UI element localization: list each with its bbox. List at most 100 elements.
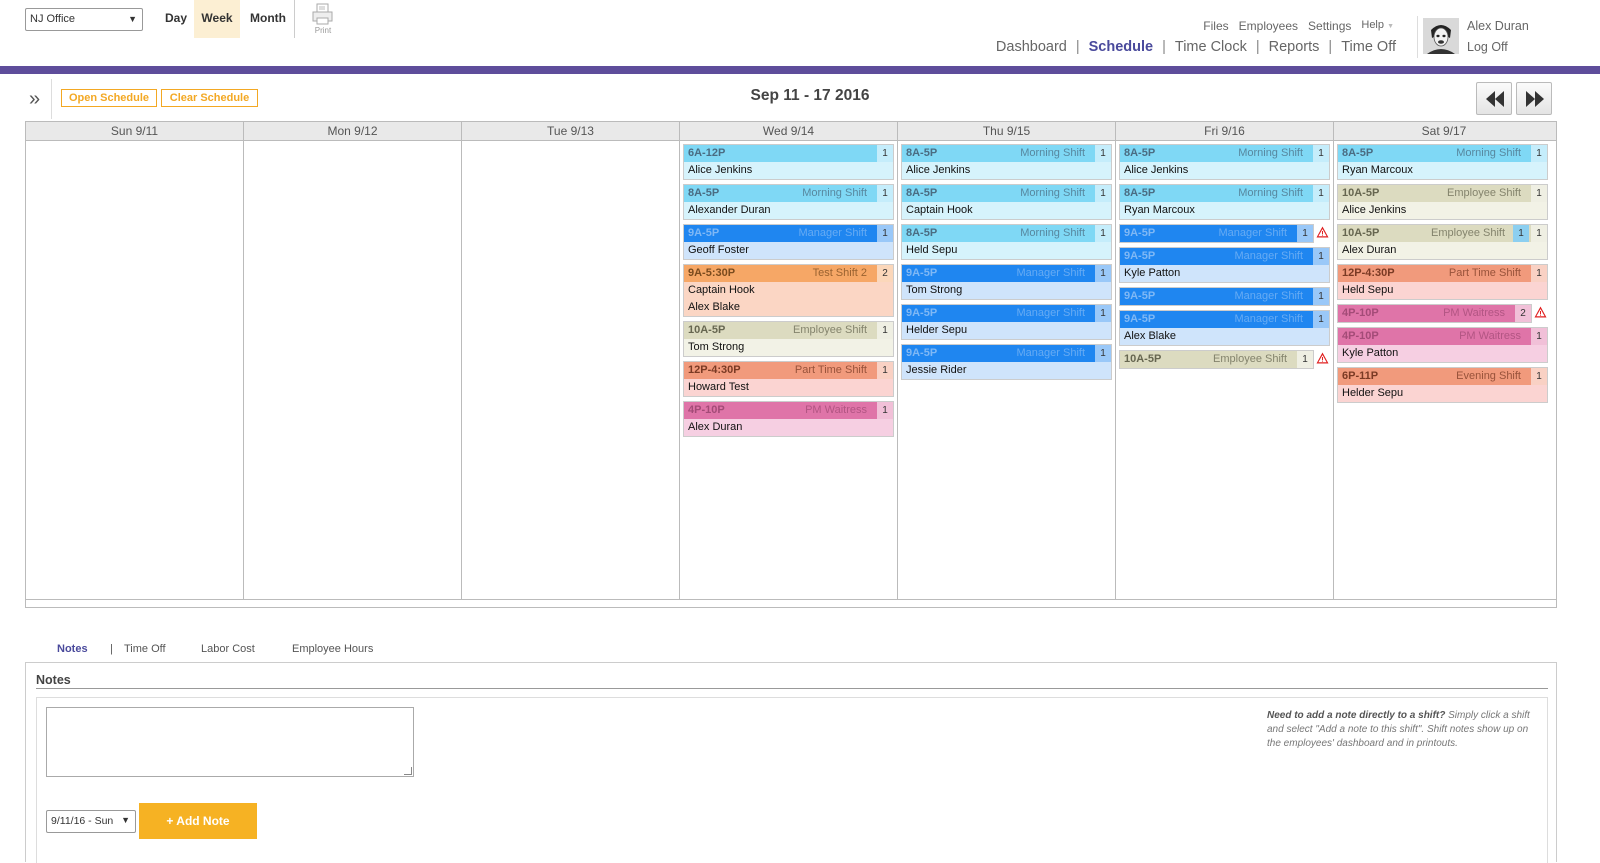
nav-reports[interactable]: Reports [1269,39,1320,55]
day-column[interactable]: 8A-5P Morning Shift 1 Ryan Marcoux 10A-5P Emp… [1334,141,1554,599]
location-select[interactable]: NJ Office ▼ [25,8,143,31]
shift-employee-name[interactable]: Alex Duran [688,419,889,436]
shift-count-badge: 1 [877,225,893,242]
shift-employee-name[interactable]: Alice Jenkins [1342,202,1543,219]
shift-employee-name[interactable]: Alex Blake [1124,328,1325,345]
day-column[interactable] [462,141,680,599]
shift-block[interactable]: 9A-5P Manager Shift 1 Alex Blake [1119,310,1330,346]
shift-block[interactable]: 12P-4:30P Part Time Shift 1 Howard Test [683,361,894,397]
resize-grip-icon[interactable] [404,767,412,775]
shift-count-badge: 1 [1313,288,1329,305]
warning-icon[interactable] [1316,352,1329,370]
shift-employee-name[interactable]: Alice Jenkins [688,162,889,179]
shift-block[interactable]: 8A-5P Morning Shift 1 Alice Jenkins [1119,144,1330,180]
open-schedule-button[interactable]: Open Schedule [61,89,157,107]
nav-schedule[interactable]: Schedule [1089,39,1153,55]
shift-type: Manager Shift [798,227,867,239]
shift-block[interactable]: 10A-5P Employee Shift 1 Alice Jenkins [1337,184,1548,220]
shift-employee-name[interactable]: Ryan Marcoux [1342,162,1543,179]
shift-employee-name[interactable]: Alex Blake [688,299,889,316]
settings-link[interactable]: Settings [1308,19,1351,33]
day-column[interactable]: 8A-5P Morning Shift 1 Alice Jenkins 8A-5P Mor… [898,141,1116,599]
shift-employee-name[interactable]: Helder Sepu [906,322,1107,339]
shift-count-badge: 1 [877,402,893,419]
shift-employee-name[interactable]: Geoff Foster [688,242,889,259]
shift-block[interactable]: 9A-5P Manager Shift 1 Kyle Patton [1119,247,1330,283]
warning-icon[interactable] [1534,306,1547,324]
add-note-button[interactable]: + Add Note [139,803,257,839]
shift-employee-name[interactable]: Alice Jenkins [906,162,1107,179]
shift-employee-name[interactable]: Alexander Duran [688,202,889,219]
nav-time-off[interactable]: Time Off [1341,39,1396,55]
day-column[interactable] [26,141,244,599]
help-link[interactable]: Help ▼ [1361,19,1394,33]
day-column[interactable]: 8A-5P Morning Shift 1 Alice Jenkins 8A-5P Mor… [1116,141,1334,599]
tab-employee-hours[interactable]: Employee Hours [292,643,373,655]
shift-header: 12P-4:30P Part Time Shift 1 [1338,265,1547,282]
view-tab-month[interactable]: Month [242,0,295,38]
shift-block[interactable]: 8A-5P Morning Shift 1 Alexander Duran [683,184,894,220]
expand-sidebar-icon[interactable]: » [29,88,40,111]
nav-dashboard[interactable]: Dashboard [996,39,1067,55]
shift-block[interactable]: 10A-5P Employee Shift 1 1 Alex Duran [1337,224,1548,260]
shift-block[interactable]: 4P-10P PM Waitress 1 Alex Duran [683,401,894,437]
shift-block[interactable]: 9A-5P Manager Shift 1 Tom Strong [901,264,1112,300]
shift-time: 9A-5P [1124,250,1156,262]
day-column[interactable]: 6A-12P 1 Alice Jenkins 8A-5P Morning Shift 1 A… [680,141,898,599]
shift-assignees: Helder Sepu [1338,385,1547,402]
shift-employee-name[interactable]: Captain Hook [906,202,1107,219]
shift-employee-name[interactable]: Alice Jenkins [1124,162,1325,179]
clear-schedule-button[interactable]: Clear Schedule [161,89,258,107]
shift-employee-name[interactable]: Helder Sepu [1342,385,1543,402]
shift-employee-name[interactable]: Kyle Patton [1342,345,1543,362]
note-date-select[interactable]: 9/11/16 - Sun ▼ [46,810,136,833]
note-textarea[interactable] [46,707,414,777]
previous-week-button[interactable] [1476,82,1512,115]
shift-employee-name[interactable]: Tom Strong [906,282,1107,299]
shift-employee-name[interactable]: Kyle Patton [1124,265,1325,282]
shift-block[interactable]: 8A-5P Morning Shift 1 Ryan Marcoux [1119,184,1330,220]
shift-employee-name[interactable]: Howard Test [688,379,889,396]
view-tab-week[interactable]: Week [194,0,240,38]
shift-block[interactable]: 8A-5P Morning Shift 1 Captain Hook [901,184,1112,220]
employees-link[interactable]: Employees [1239,19,1298,33]
log-off-link[interactable]: Log Off [1467,40,1508,54]
shift-block[interactable]: 9A-5:30P Test Shift 2 2 Captain Hook Alex Bl… [683,264,894,317]
shift-employee-name[interactable]: Alex Duran [1342,242,1543,259]
tab-time-off[interactable]: Time Off [124,643,166,655]
shift-block[interactable]: 9A-5P Manager Shift 1 Helder Sepu [901,304,1112,340]
shift-employee-name[interactable]: Ryan Marcoux [1124,202,1325,219]
shift-block[interactable]: 9A-5P Manager Shift 1 [1119,287,1330,306]
files-link[interactable]: Files [1203,19,1228,33]
warning-icon[interactable] [1316,226,1329,244]
tab-labor-cost[interactable]: Labor Cost [201,643,255,655]
shift-employee-name[interactable]: Jessie Rider [906,362,1107,379]
shift-block[interactable]: 10A-5P Employee Shift 1 [1119,350,1329,369]
shift-block[interactable]: 6P-11P Evening Shift 1 Helder Sepu [1337,367,1548,403]
shift-block[interactable]: 6A-12P 1 Alice Jenkins [683,144,894,180]
shift-block[interactable]: 12P-4:30P Part Time Shift 1 Held Sepu [1337,264,1548,300]
shift-employee-name[interactable]: Held Sepu [1342,282,1543,299]
shift-block[interactable]: 4P-10P PM Waitress 1 Kyle Patton [1337,327,1548,363]
calendar-footer-line [26,599,1556,600]
shift-block[interactable]: 8A-5P Morning Shift 1 Held Sepu [901,224,1112,260]
app-header: NJ Office ▼ Day Week Month Print Files E… [0,0,1600,66]
shift-block[interactable]: 8A-5P Morning Shift 1 Alice Jenkins [901,144,1112,180]
avatar[interactable] [1423,18,1459,54]
shift-header: 9A-5:30P Test Shift 2 2 [684,265,893,282]
view-tab-day[interactable]: Day [159,0,193,38]
shift-employee-name[interactable]: Held Sepu [906,242,1107,259]
shift-block[interactable]: 10A-5P Employee Shift 1 Tom Strong [683,321,894,357]
shift-block[interactable]: 9A-5P Manager Shift 1 Geoff Foster [683,224,894,260]
next-week-button[interactable] [1516,82,1552,115]
shift-block[interactable]: 4P-10P PM Waitress 2 [1337,304,1547,323]
shift-block[interactable]: 8A-5P Morning Shift 1 Ryan Marcoux [1337,144,1548,180]
shift-employee-name[interactable]: Tom Strong [688,339,889,356]
print-button[interactable]: Print [309,2,337,38]
shift-block[interactable]: 9A-5P Manager Shift 1 Jessie Rider [901,344,1112,380]
tab-notes[interactable]: Notes [57,643,88,655]
shift-block[interactable]: 9A-5P Manager Shift 1 [1119,224,1329,243]
nav-time-clock[interactable]: Time Clock [1175,39,1247,55]
shift-employee-name[interactable]: Captain Hook [688,282,889,299]
day-column[interactable] [244,141,462,599]
